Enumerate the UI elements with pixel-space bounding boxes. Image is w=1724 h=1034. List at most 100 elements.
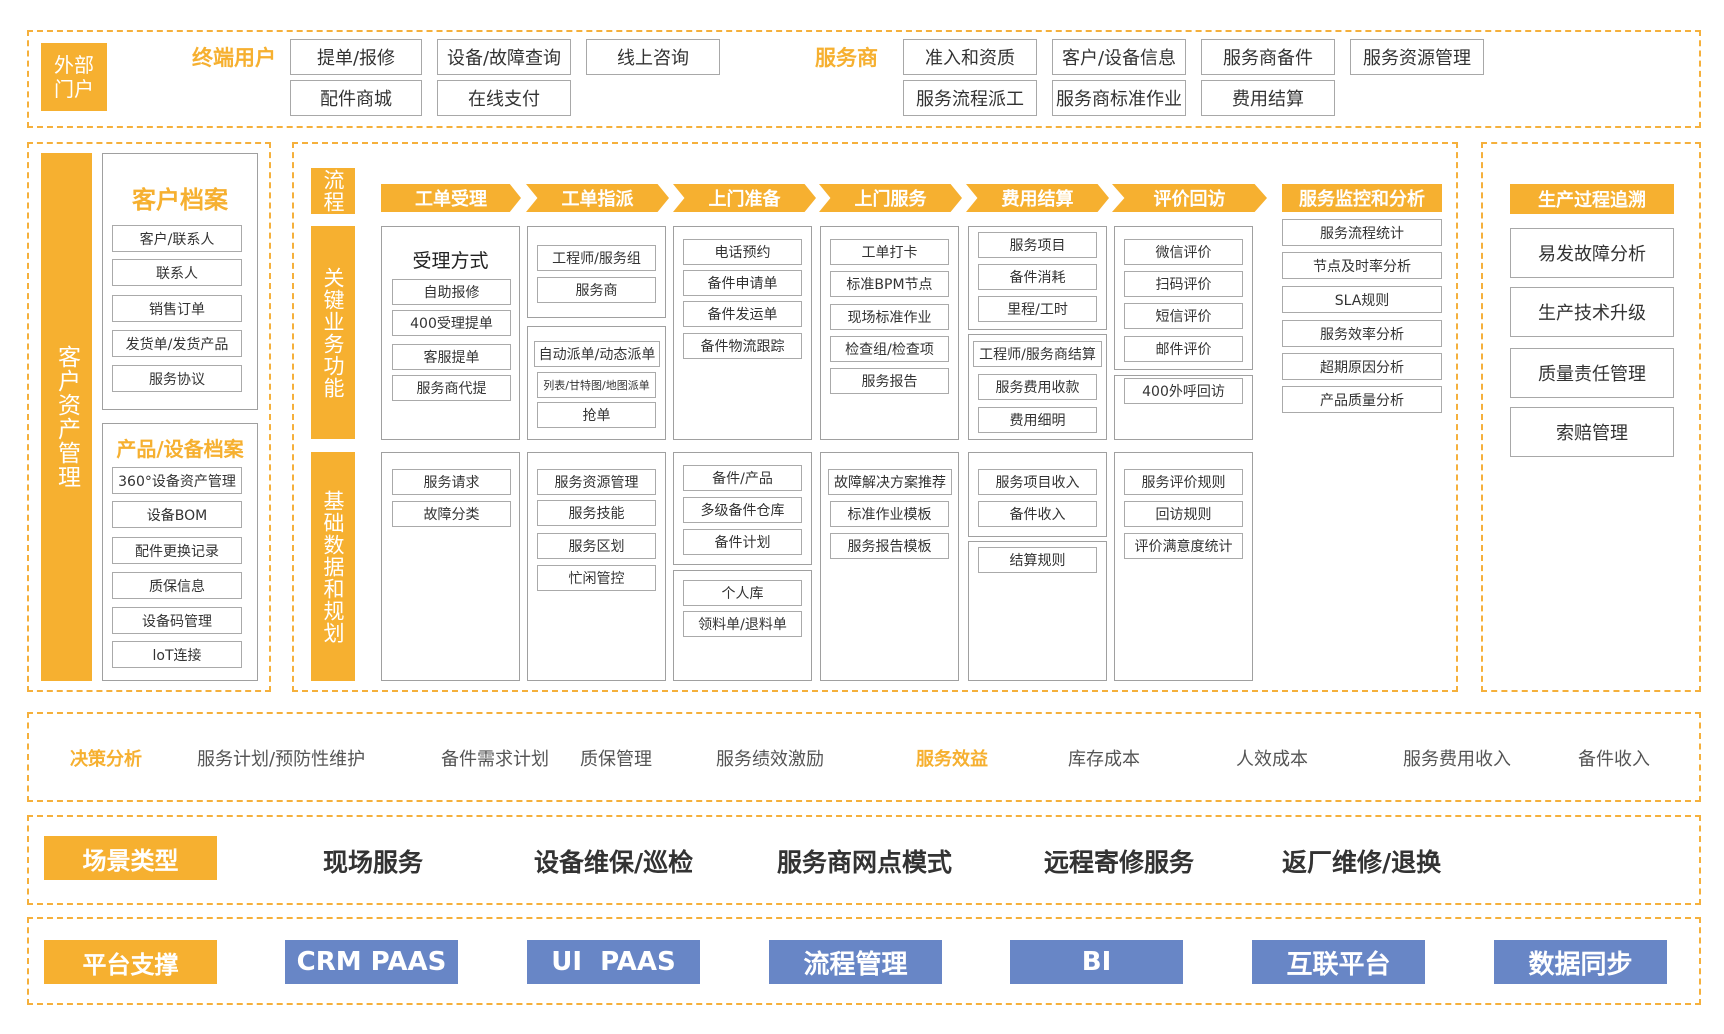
prepare-item-parts-track[interactable]: 备件物流跟踪 (683, 333, 802, 359)
platform-item-interconnect[interactable]: 互联平台 (1252, 940, 1425, 984)
base-onsite-report-template[interactable]: 服务报告模板 (830, 533, 949, 559)
stage-review[interactable]: 评价回访 (1112, 184, 1267, 212)
base-review-satisfaction[interactable]: 评价满意度统计 (1124, 533, 1243, 559)
prepare-item-phone[interactable]: 电话预约 (683, 239, 802, 265)
platform-item-data-sync[interactable]: 数据同步 (1494, 940, 1667, 984)
review-item-email[interactable]: 邮件评价 (1124, 336, 1243, 362)
assign-item-auto[interactable]: 自动派单/动态派单 (534, 341, 660, 367)
portal-item-online-pay[interactable]: 在线支付 (437, 80, 571, 116)
platform-item-bi[interactable]: BI (1010, 940, 1183, 984)
provider-item-parts[interactable]: 服务商备件 (1201, 39, 1335, 75)
customer-item-linkman[interactable]: 联系人 (112, 259, 242, 286)
portal-item-device-query[interactable]: 设备/故障查询 (437, 39, 571, 75)
product-item-bom[interactable]: 设备BOM (112, 501, 242, 528)
monitor-item-sla[interactable]: SLA规则 (1282, 286, 1442, 313)
base-prepare-warehouse[interactable]: 多级备件仓库 (683, 497, 802, 523)
portal-item-consult[interactable]: 线上咨询 (586, 39, 720, 75)
decision-item-parts-plan: 备件需求计划 (441, 749, 549, 770)
stage-accept[interactable]: 工单受理 (381, 184, 521, 212)
review-item-scan[interactable]: 扫码评价 (1124, 271, 1243, 297)
onsite-item-bpm[interactable]: 标准BPM节点 (830, 271, 949, 297)
provider-item-settlement[interactable]: 费用结算 (1201, 80, 1335, 116)
base-settle-rule[interactable]: 结算规则 (978, 547, 1097, 573)
monitor-item-overdue[interactable]: 超期原因分析 (1282, 353, 1442, 380)
customer-item-delivery[interactable]: 发货单/发货产品 (112, 330, 242, 357)
base-prepare-product[interactable]: 备件/产品 (683, 465, 802, 491)
product-item-iot[interactable]: loT连接 (112, 641, 242, 668)
decision-item-plan: 服务计划/预防性维护 (197, 749, 366, 770)
side-label-flow: 流程 (311, 168, 355, 214)
onsite-item-report[interactable]: 服务报告 (830, 368, 949, 394)
assign-item-provider[interactable]: 服务商 (537, 277, 656, 303)
product-item-360[interactable]: 360°设备资产管理 (112, 467, 242, 494)
settle-item-mileage[interactable]: 里程/工时 (978, 296, 1097, 322)
base-prepare-personal[interactable]: 个人库 (683, 580, 802, 606)
assign-item-engineer[interactable]: 工程师/服务组 (537, 245, 656, 271)
provider-item-dispatch[interactable]: 服务流程派工 (903, 80, 1037, 116)
onsite-item-inspection[interactable]: 检查组/检查项 (830, 336, 949, 362)
platform-item-ui-paas[interactable]: UI PAAS (527, 940, 700, 984)
base-review-rule[interactable]: 服务评价规则 (1124, 469, 1243, 495)
monitor-item-flow-stats[interactable]: 服务流程统计 (1282, 219, 1442, 246)
stage-assign[interactable]: 工单指派 (526, 184, 669, 212)
scenario-item-network: 服务商网点模式 (777, 848, 953, 877)
monitor-item-quality[interactable]: 产品质量分析 (1282, 386, 1442, 413)
stage-settlement[interactable]: 费用结算 (966, 184, 1109, 212)
base-settle-income[interactable]: 服务项目收入 (978, 469, 1097, 495)
base-settle-parts-income[interactable]: 备件收入 (978, 501, 1097, 527)
trace-item-claim[interactable]: 索赔管理 (1510, 407, 1674, 457)
base-review-visit-rule[interactable]: 回访规则 (1124, 501, 1243, 527)
base-onsite-template[interactable]: 标准作业模板 (830, 501, 949, 527)
settle-item-parts-use[interactable]: 备件消耗 (978, 264, 1097, 290)
base-assign-zone[interactable]: 服务区划 (537, 533, 656, 559)
prepare-item-parts-request[interactable]: 备件申请单 (683, 270, 802, 296)
trace-item-fault[interactable]: 易发故障分析 (1510, 228, 1674, 278)
provider-item-resource[interactable]: 服务资源管理 (1350, 39, 1484, 75)
prepare-item-parts-ship[interactable]: 备件发运单 (683, 301, 802, 327)
review-item-400[interactable]: 400外呼回访 (1124, 378, 1243, 404)
settle-item-collection[interactable]: 服务费用收款 (978, 374, 1097, 400)
stage-onsite[interactable]: 上门服务 (819, 184, 962, 212)
base-accept-request[interactable]: 服务请求 (392, 469, 511, 495)
stage-prepare[interactable]: 上门准备 (673, 184, 816, 212)
review-item-sms[interactable]: 短信评价 (1124, 303, 1243, 329)
accept-item-cs[interactable]: 客服提单 (392, 344, 511, 370)
review-item-wechat[interactable]: 微信评价 (1124, 239, 1243, 265)
settle-item-detail[interactable]: 费用细明 (978, 407, 1097, 433)
customer-item-agreement[interactable]: 服务协议 (112, 365, 242, 392)
trace-item-tech[interactable]: 生产技术升级 (1510, 287, 1674, 337)
base-assign-skill[interactable]: 服务技能 (537, 500, 656, 526)
benefit-item-inventory: 库存成本 (1068, 749, 1140, 770)
provider-item-standard-op[interactable]: 服务商标准作业 (1052, 80, 1186, 116)
platform-item-workflow[interactable]: 流程管理 (769, 940, 942, 984)
onsite-item-checkin[interactable]: 工单打卡 (830, 239, 949, 265)
provider-item-access[interactable]: 准入和资质 (903, 39, 1037, 75)
product-item-warranty[interactable]: 质保信息 (112, 572, 242, 599)
assign-item-views[interactable]: 列表/甘特图/地图派单 (537, 372, 656, 398)
base-assign-busy[interactable]: 忙闲管控 (537, 565, 656, 591)
onsite-item-standard[interactable]: 现场标准作业 (830, 304, 949, 330)
accept-item-provider[interactable]: 服务商代提 (392, 375, 511, 401)
base-assign-resource[interactable]: 服务资源管理 (537, 469, 656, 495)
provider-item-customer-device[interactable]: 客户/设备信息 (1052, 39, 1186, 75)
customer-item-sales-order[interactable]: 销售订单 (112, 295, 242, 322)
portal-item-parts-mall[interactable]: 配件商城 (290, 80, 422, 116)
portal-item-repair[interactable]: 提单/报修 (290, 39, 422, 75)
base-prepare-plan[interactable]: 备件计划 (683, 529, 802, 555)
trace-item-quality[interactable]: 质量责任管理 (1510, 348, 1674, 398)
settle-item-project[interactable]: 服务项目 (978, 232, 1097, 258)
base-onsite-solution[interactable]: 故障解决方案推荐 (828, 469, 952, 495)
platform-item-crm-paas[interactable]: CRM PAAS (285, 940, 458, 984)
product-item-parts-replace[interactable]: 配件更换记录 (112, 537, 242, 564)
trace-title: 生产过程追溯 (1510, 184, 1674, 214)
base-prepare-picking[interactable]: 领料单/退料单 (683, 611, 802, 637)
monitor-item-efficiency[interactable]: 服务效率分析 (1282, 320, 1442, 347)
assign-item-grab[interactable]: 抢单 (537, 402, 656, 428)
customer-item-contact[interactable]: 客户/联系人 (112, 225, 242, 252)
accept-item-400[interactable]: 400受理提单 (392, 310, 511, 336)
monitor-item-timeliness[interactable]: 节点及时率分析 (1282, 252, 1442, 279)
base-accept-fault[interactable]: 故障分类 (392, 501, 511, 527)
settle-item-engineer[interactable]: 工程师/服务商结算 (973, 341, 1102, 367)
product-item-device-code[interactable]: 设备码管理 (112, 607, 242, 634)
accept-item-self[interactable]: 自助报修 (392, 279, 511, 305)
